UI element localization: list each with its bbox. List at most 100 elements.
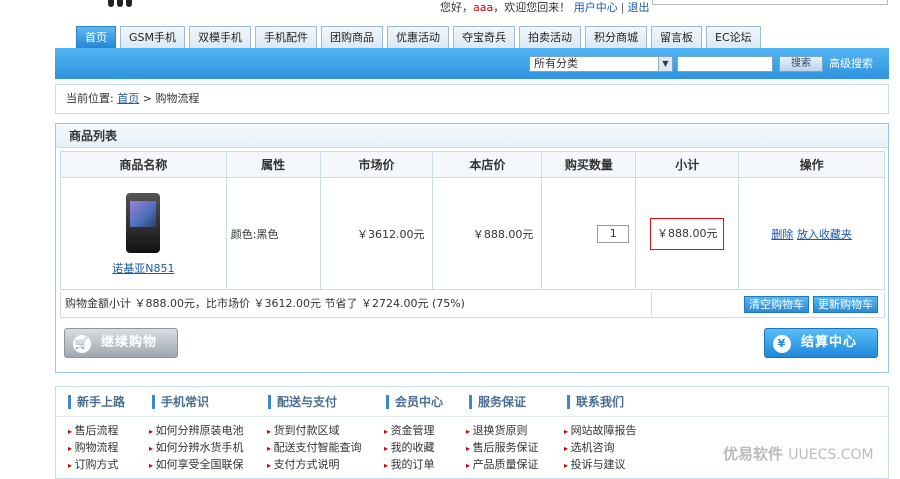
shop-price: ￥888.00元 [432,177,543,290]
product-image[interactable] [126,193,161,253]
breadcrumb-current: 购物流程 [155,92,200,105]
nav-tab-home[interactable]: 首页 [76,26,116,48]
checkout-label: 结算中心 [801,335,858,350]
help-link[interactable]: 配送支付智能查询 [267,440,362,457]
cart-title: 商品列表 [56,124,888,148]
nav-tab-ec-forum[interactable]: EC论坛 [706,26,761,48]
help-link[interactable]: 货到付款区域 [267,423,362,440]
main-nav: 首页 GSM手机 双模手机 手机配件 团购商品 优惠活动 夺宝奇兵 拍卖活动 积… [76,26,765,48]
breadcrumb: 当前位置: 首页 > 购物流程 [55,84,889,114]
product-attribute: 颜色:黑色 [225,177,321,290]
breadcrumb-home[interactable]: 首页 [117,92,139,105]
nav-tab-gsm[interactable]: GSM手机 [120,26,185,48]
yen-icon: ¥ [773,335,791,353]
help-link[interactable]: 如何分辨水货手机 [149,440,244,457]
help-col-delivery: 货到付款区域 配送支付智能查询 支付方式说明 [267,423,362,474]
greeting-text: 您好， [440,1,473,14]
search-bar: 所有分类 ▼ 搜索 高级搜索 [55,48,889,79]
welcome-text: ，欢迎您回来！ [493,1,571,14]
header-subtotal: 小计 [635,151,740,178]
help-link[interactable]: 订购方式 [68,457,119,474]
advanced-search-link[interactable]: 高级搜索 [829,57,873,71]
header-quantity: 购买数量 [541,151,637,178]
subtotal-cell: ￥888.00元 [635,177,740,290]
user-topbar: 您好，aaa，欢迎您回来！ 用户中心 | 退出 [440,0,649,16]
watermark: 优易软件 UUECS.COM [723,443,874,464]
help-col-title-newbie: 新手上路 [68,395,125,409]
header-market-price: 市场价 [319,151,434,178]
add-to-favorites-link[interactable]: 放入收藏夹 [797,228,852,241]
help-link[interactable]: 选机咨询 [564,440,637,457]
user-center-link[interactable]: 用户中心 [574,1,618,14]
help-panel: 新手上路 手机常识 配送与支付 会员中心 服务保证 联系我们 售后流程 购物流程… [55,386,889,479]
operation-cell: 删除 放入收藏夹 [738,177,885,290]
header-product-name: 商品名称 [60,151,227,178]
help-link[interactable]: 购物流程 [68,440,119,457]
help-link[interactable]: 产品质量保证 [466,457,539,474]
product-name-link[interactable]: 诺基亚N851 [61,260,226,276]
chevron-down-icon[interactable]: ▼ [658,57,672,71]
delete-link[interactable]: 删除 [771,228,793,241]
category-select[interactable]: 所有分类 ▼ [529,56,673,72]
help-link[interactable]: 我的订单 [384,457,435,474]
help-col-title-member: 会员中心 [386,395,443,409]
watermark-cn: 优易软件 [723,445,784,463]
help-col-phone-tips: 如何分辨原装电池 如何分辨水货手机 如何享受全国联保 [149,423,244,474]
site-logo[interactable] [108,0,142,7]
nav-tab-group-buy[interactable]: 团购商品 [321,26,383,48]
nav-tab-dual-mode[interactable]: 双模手机 [189,26,251,48]
product-cell: 诺基亚N851 [60,177,227,290]
help-link[interactable]: 我的收藏 [384,440,435,457]
market-price: ￥3612.00元 [319,177,434,290]
username: aaa [473,1,494,14]
cart-table: 商品名称 属性 市场价 本店价 购买数量 小计 操作 诺基亚N851 颜色:黑色… [60,151,885,290]
help-col-contact: 网站故障报告 选机咨询 投诉与建议 [564,423,637,474]
help-link[interactable]: 网站故障报告 [564,423,637,440]
quantity-cell: 1 [541,177,637,290]
help-link[interactable]: 投诉与建议 [564,457,637,474]
search-input[interactable] [677,56,773,72]
table-row: 诺基亚N851 颜色:黑色 ￥3612.00元 ￥888.00元 1 ￥888.… [60,177,885,290]
help-link[interactable]: 资金管理 [384,423,435,440]
update-cart-button[interactable]: 更新购物车 [813,296,878,313]
watermark-en: UUECS.COM [788,447,874,463]
quantity-input[interactable]: 1 [597,224,630,243]
breadcrumb-arrow: > [142,92,152,105]
nav-tab-treasure[interactable]: 夺宝奇兵 [453,26,515,48]
summary-divider [651,292,652,316]
header-shop-price: 本店价 [432,151,543,178]
cart-panel: 商品列表 商品名称 属性 市场价 本店价 购买数量 小计 操作 诺基亚N851 … [55,123,889,373]
help-link[interactable]: 售后流程 [68,423,119,440]
help-header: 新手上路 手机常识 配送与支付 会员中心 服务保证 联系我们 [56,387,888,417]
subtotal-value: ￥888.00元 [650,217,725,250]
help-col-title-service: 服务保证 [469,395,526,409]
category-select-value: 所有分类 [534,57,578,70]
topbar-separator: | [620,1,625,14]
help-col-newbie: 售后流程 购物流程 订购方式 [68,423,119,474]
checkout-button[interactable]: ¥ 结算中心 [764,328,878,358]
help-link[interactable]: 如何分辨原装电池 [149,423,244,440]
header-operation: 操作 [738,151,885,178]
nav-tab-auction[interactable]: 拍卖活动 [519,26,581,48]
logout-link[interactable]: 退出 [627,1,649,14]
help-link[interactable]: 如何享受全国联保 [149,457,244,474]
top-right-input[interactable] [652,0,888,5]
header-attribute: 属性 [225,151,321,178]
cart-header-row: 商品名称 属性 市场价 本店价 购买数量 小计 操作 [60,151,885,178]
nav-tab-message-board[interactable]: 留言板 [651,26,702,48]
help-col-title-phone-tips: 手机常识 [152,395,209,409]
nav-tab-accessories[interactable]: 手机配件 [255,26,317,48]
help-link[interactable]: 支付方式说明 [267,457,362,474]
search-button[interactable]: 搜索 [779,56,823,72]
cart-icon: 🛒 [73,335,91,353]
nav-tab-promotions[interactable]: 优惠活动 [387,26,449,48]
help-link[interactable]: 售后服务保证 [466,440,539,457]
continue-shopping-button[interactable]: 🛒 继续购物 [64,328,178,358]
continue-shopping-label: 继续购物 [101,335,158,350]
help-link[interactable]: 退换货原则 [466,423,539,440]
clear-cart-button[interactable]: 清空购物车 [744,296,809,313]
help-col-title-contact: 联系我们 [567,395,624,409]
summary-text: 购物金额小计 ￥888.00元，比市场价 ￥3612.00元 节省了 ￥2724… [65,297,465,310]
help-col-service: 退换货原则 售后服务保证 产品质量保证 [466,423,539,474]
nav-tab-points-mall[interactable]: 积分商城 [585,26,647,48]
